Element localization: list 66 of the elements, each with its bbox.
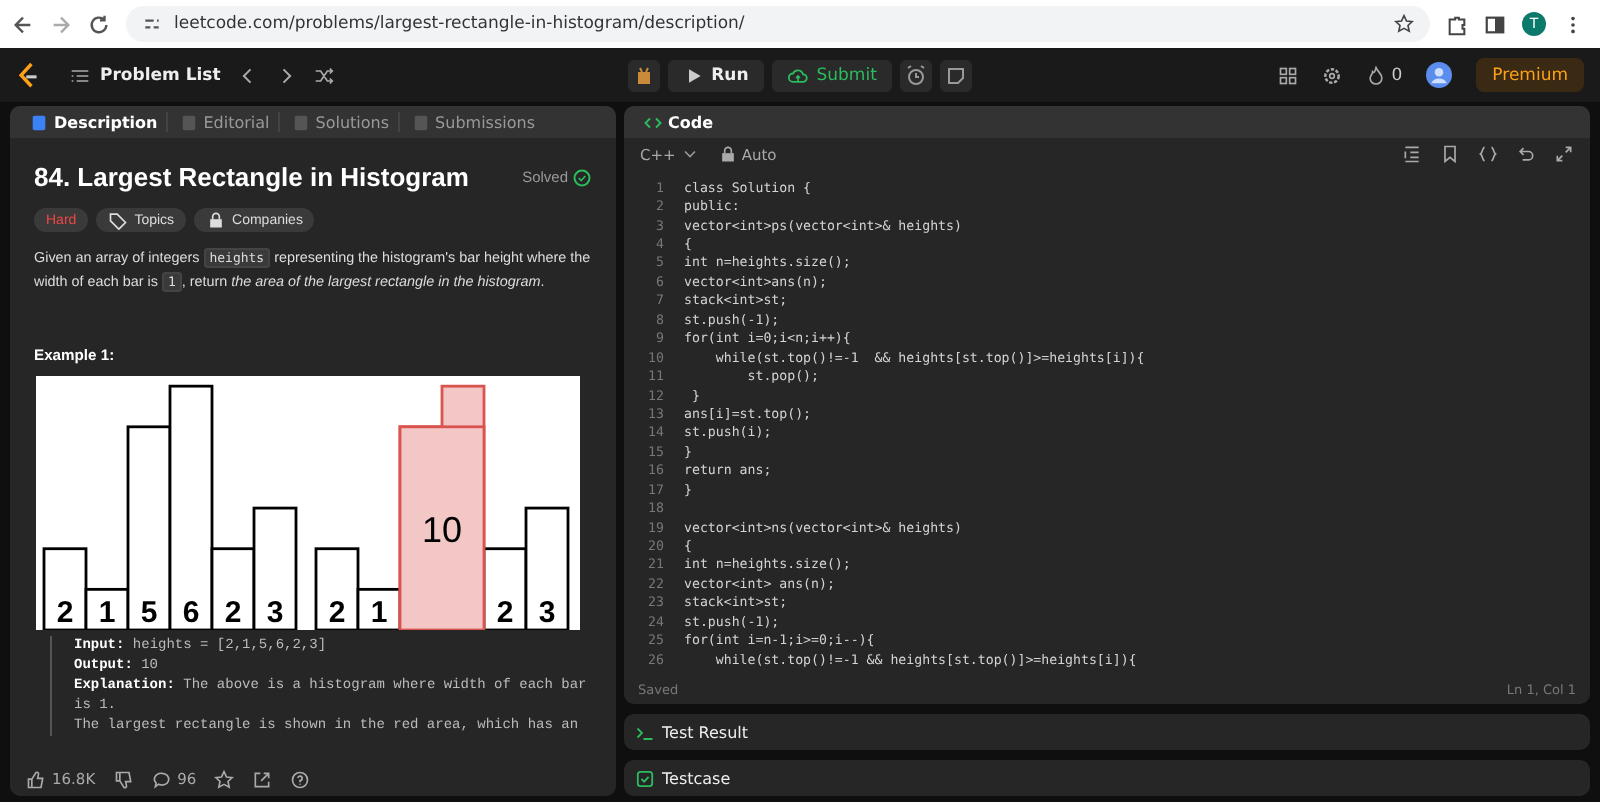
terminal-icon — [636, 723, 654, 741]
panel-title: Testcase — [662, 769, 731, 787]
tab-icon — [411, 113, 430, 131]
bar-label: 3 — [266, 596, 284, 630]
check-circle-icon — [572, 167, 592, 187]
bar-label: 1 — [98, 596, 116, 630]
lock-icon — [717, 144, 738, 164]
star-icon[interactable] — [214, 769, 235, 789]
alarm-icon[interactable] — [900, 59, 933, 91]
problem-list-button[interactable]: Problem List — [70, 65, 221, 85]
bar-label: 3 — [538, 596, 556, 630]
checkbox-icon — [636, 769, 654, 787]
cloud-upload-icon — [788, 65, 809, 85]
panel-tab[interactable]: Editorial — [171, 112, 280, 132]
back-icon[interactable] — [12, 13, 34, 35]
note-icon[interactable] — [940, 59, 973, 91]
site-info-icon — [142, 14, 162, 34]
panel-title: Test Result — [662, 723, 749, 741]
area-label: 10 — [421, 510, 463, 551]
bar-label: 2 — [224, 596, 242, 630]
format-icon[interactable] — [1402, 144, 1422, 164]
tag-icon — [108, 210, 129, 230]
tab-icon — [179, 113, 198, 131]
list-icon — [70, 65, 90, 85]
run-button[interactable]: Run — [667, 59, 765, 91]
bar-label: 5 — [140, 596, 158, 630]
panel-tab[interactable]: Description — [22, 112, 168, 132]
test-result-panel[interactable]: Test Result — [624, 714, 1590, 750]
problem-title[interactable]: 84. Largest Rectangle in Histogram — [34, 162, 469, 192]
logo-icon[interactable] — [16, 61, 40, 89]
address-bar[interactable]: leetcode.com/problems/largest-rectangle-in-histogram/description/ — [126, 6, 1430, 42]
submit-button[interactable]: Submit — [772, 59, 893, 91]
thumbs-up-icon — [26, 769, 46, 789]
puzzle-icon[interactable] — [1446, 13, 1468, 35]
undo-icon[interactable] — [1516, 144, 1536, 164]
braces-icon[interactable] — [1478, 144, 1498, 164]
tab-icon — [291, 113, 310, 131]
lock-icon — [206, 210, 227, 230]
code-tab[interactable]: Code — [636, 112, 722, 132]
shuffle-icon[interactable] — [314, 65, 335, 85]
testcase-panel[interactable]: Testcase — [624, 760, 1590, 796]
grid-icon[interactable] — [1277, 65, 1298, 85]
reload-icon[interactable] — [88, 13, 110, 35]
play-icon — [683, 65, 704, 85]
bar-label: 2 — [496, 596, 514, 630]
help-icon[interactable] — [290, 769, 311, 789]
streak-counter[interactable]: 0 — [1365, 65, 1403, 85]
sidebar-icon[interactable] — [1484, 13, 1506, 35]
bar-label: 2 — [56, 596, 74, 630]
expand-icon[interactable] — [1554, 144, 1574, 164]
share-icon[interactable] — [252, 769, 273, 789]
bookmark-icon[interactable] — [1440, 144, 1460, 164]
panel-tab[interactable]: Submissions — [403, 112, 543, 132]
code-icon — [644, 113, 662, 131]
tab-icon — [30, 113, 48, 131]
thumbs-down-icon[interactable] — [113, 769, 134, 789]
bar-label: 6 — [182, 596, 200, 630]
bar-label: 2 — [328, 596, 346, 630]
settings-icon[interactable] — [1321, 65, 1342, 85]
bar-label: 1 — [370, 596, 388, 630]
flame-icon — [1365, 65, 1386, 85]
panel-tab[interactable]: Solutions — [283, 112, 400, 132]
avatar-icon[interactable] — [1426, 62, 1453, 88]
premium-button[interactable]: Premium — [1476, 58, 1584, 92]
star-icon[interactable] — [1394, 14, 1414, 34]
comment-icon — [151, 769, 172, 789]
